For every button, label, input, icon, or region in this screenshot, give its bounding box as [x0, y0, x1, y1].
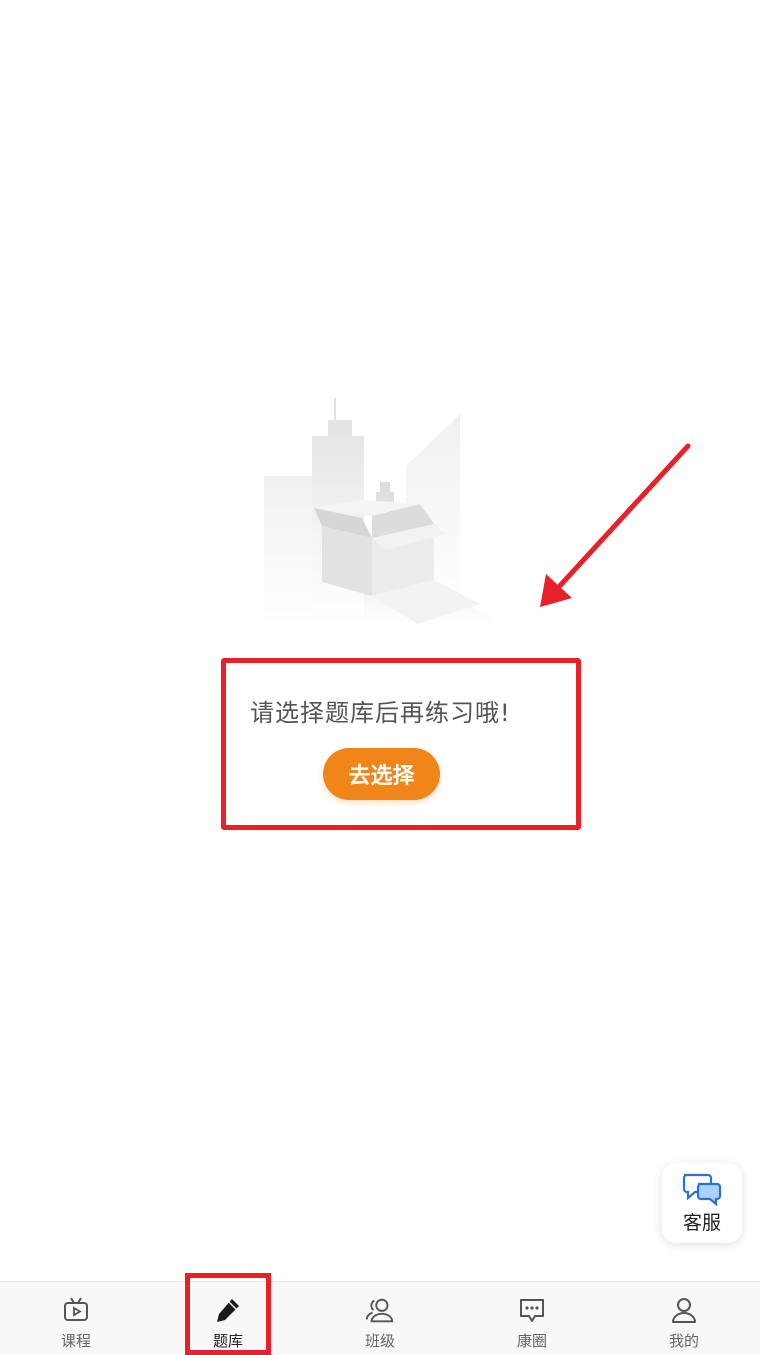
- tab-question-bank[interactable]: 题库: [152, 1282, 304, 1355]
- empty-state-message: 请选择题库后再练习哦!: [250, 699, 511, 727]
- empty-box-illustration: [255, 398, 500, 627]
- tab-label-courses: 课程: [60, 1332, 91, 1350]
- annotation-highlight-box: [221, 658, 581, 830]
- tab-mine[interactable]: 我的: [608, 1282, 760, 1355]
- bottom-tab-bar: 课程 题库 班级 康圈 我的: [0, 1281, 760, 1355]
- tab-courses[interactable]: 课程: [0, 1282, 152, 1355]
- chat-bubble-icon: [517, 1295, 547, 1325]
- people-icon: [365, 1295, 395, 1325]
- go-select-button[interactable]: 去选择: [323, 748, 440, 800]
- pencil-icon: [213, 1295, 243, 1325]
- annotation-arrow-icon: [540, 443, 691, 607]
- customer-service-label: 客服: [682, 1211, 721, 1234]
- tab-label-mine: 我的: [668, 1332, 699, 1350]
- tab-class[interactable]: 班级: [304, 1282, 456, 1355]
- tab-label-question-bank: 题库: [212, 1332, 243, 1350]
- person-icon: [669, 1295, 699, 1325]
- customer-service-chat-icon: [682, 1173, 722, 1206]
- tv-play-icon: [61, 1295, 91, 1325]
- tab-label-class: 班级: [364, 1332, 395, 1350]
- question-bank-page: 请选择题库后再练习哦! 去选择 客服 课程 题库 班级 康圈 我的: [0, 0, 760, 1355]
- customer-service-button[interactable]: 客服: [662, 1163, 742, 1243]
- tab-community[interactable]: 康圈: [456, 1282, 608, 1355]
- tab-label-community: 康圈: [516, 1332, 547, 1350]
